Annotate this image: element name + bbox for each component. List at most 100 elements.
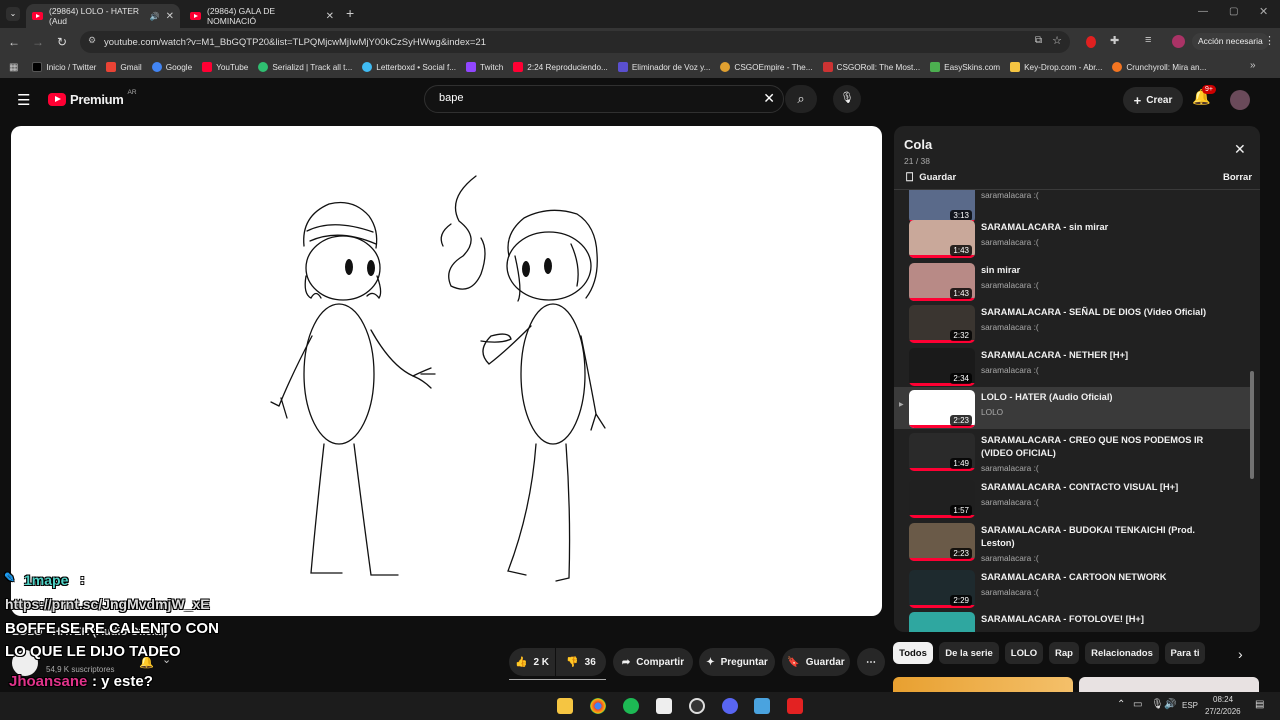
address-bar[interactable]: ⚙ youtube.com/watch?v=M1_BbGQTP20&list=T… [80, 31, 1070, 53]
apps-grid-icon[interactable]: ▦ [9, 62, 18, 73]
save-button[interactable]: 🔖 Guardar [782, 648, 850, 676]
clear-search-icon[interactable]: ✕ [763, 90, 775, 107]
bookmark-eliminador[interactable]: Eliminador de Voz y... [617, 62, 710, 72]
extensions-puzzle-icon[interactable]: ✚ [1110, 34, 1119, 47]
search-input[interactable]: bape ✕ [424, 85, 784, 113]
related-thumbnail[interactable] [1079, 677, 1259, 692]
queue-item-title: SARAMALACARA - CREO QUE NOS PODEMOS IR (… [981, 435, 1204, 458]
bookmark-youtube[interactable]: YouTube [202, 62, 248, 72]
youtube-logo[interactable]: Premium AR [48, 89, 137, 107]
site-info-icon[interactable]: ⚙ [88, 35, 96, 46]
tray-chevron-icon[interactable]: ⌃ [1117, 699, 1125, 710]
ask-button[interactable]: ✦ Preguntar [699, 648, 775, 676]
bookmark-letterboxd[interactable]: Letterboxd • Social f... [362, 62, 456, 72]
queue-item[interactable]: 2:29 SARAMALACARA - CARTOON NETWORK sarama… [894, 570, 1252, 612]
more-actions-button[interactable]: ⋯ [857, 648, 885, 676]
like-count: 2 K [533, 656, 549, 668]
forward-icon[interactable]: → [26, 35, 50, 49]
install-icon[interactable]: ⧉ [1035, 35, 1042, 46]
file-explorer-icon[interactable] [557, 698, 573, 714]
menu-dots-icon[interactable]: ⋮ [1264, 34, 1275, 47]
notifications-button[interactable]: 🔔 9+ [1192, 85, 1216, 106]
discord-icon[interactable] [722, 698, 738, 714]
chip-para-ti[interactable]: Para ti [1165, 642, 1205, 664]
bookmark-csgoroll[interactable]: CSGORoll: The Most... [822, 62, 920, 72]
search-button[interactable]: ⌕ [785, 85, 817, 113]
dislike-button[interactable]: 👎 36 [556, 648, 606, 676]
queue-item[interactable]: 2:32 SARAMALACARA - SEÑAL DE DIOS (Video … [894, 305, 1252, 347]
microphone-icon[interactable]: 🎙 [1151, 699, 1164, 710]
bookmark-star-icon[interactable]: ☆ [1052, 34, 1062, 47]
queue-item[interactable]: 1:43 sin mirar saramalacara :( [894, 263, 1252, 305]
close-window-button[interactable]: ✕ [1259, 5, 1268, 18]
voice-search-button[interactable]: 🎙 [833, 85, 861, 113]
maximize-button[interactable]: ▢ [1229, 6, 1238, 17]
queue-item[interactable]: 1:57 SARAMALACARA - CONTACTO VISUAL [H+] s… [894, 480, 1252, 522]
back-icon[interactable]: ← [2, 35, 26, 49]
notepad-icon[interactable] [656, 698, 672, 714]
close-tab-icon[interactable]: ✕ [326, 11, 334, 22]
thumbs-down-icon: 👎 [566, 656, 579, 668]
close-queue-icon[interactable]: ✕ [1234, 141, 1246, 158]
chevron-right-icon[interactable]: › [1238, 646, 1243, 662]
share-icon: ➦ [621, 656, 631, 668]
speaker-icon[interactable]: 🔊 [150, 12, 160, 21]
bookmark-easyskins[interactable]: EasySkins.com [930, 62, 1000, 72]
tab-lolo-hater[interactable]: (29864) LOLO - HATER (Aud 🔊 ✕ [26, 4, 180, 28]
chip-relacionados[interactable]: Relacionados [1085, 642, 1159, 664]
clock-time[interactable]: 08:24 [1213, 695, 1233, 704]
bookmark-gmail[interactable]: Gmail [106, 62, 142, 72]
queue-scrollbar[interactable] [1250, 371, 1254, 479]
queue-item[interactable]: 2:23 SARAMALACARA - BUDOKAI TENKAICHI (Pr… [894, 523, 1252, 565]
share-button[interactable]: ➦ Compartir [613, 648, 693, 676]
video-player[interactable] [11, 126, 882, 616]
reload-icon[interactable]: ↻ [50, 35, 74, 49]
bookmarks-overflow-icon[interactable]: » [1250, 60, 1256, 71]
spotify-icon[interactable] [623, 698, 639, 714]
bookmark-csgoempire[interactable]: CSGOEmpire - The... [720, 62, 813, 72]
chip-todos[interactable]: Todos [893, 642, 933, 664]
minimize-button[interactable]: — [1198, 6, 1208, 17]
profile-label[interactable]: Acción necesaria [1192, 33, 1269, 50]
bookmark-keydrop[interactable]: Key-Drop.com - Abr... [1010, 62, 1102, 72]
queue-item[interactable]: 1:43 SARAMALACARA - sin mirar saramalacara… [894, 220, 1252, 262]
volume-icon[interactable]: 🔊 [1164, 699, 1176, 710]
account-avatar[interactable] [1230, 90, 1250, 110]
clock-date[interactable]: 27/2/2026 [1205, 707, 1241, 716]
new-tab-button[interactable]: + [346, 5, 354, 21]
chip-lolo[interactable]: LOLO [1005, 642, 1043, 664]
hamburger-menu-icon[interactable]: ☰ [17, 91, 30, 109]
chip-rap[interactable]: Rap [1049, 642, 1079, 664]
close-tab-icon[interactable]: ✕ [166, 11, 174, 22]
bookmark-twitter[interactable]: Inicio / Twitter [32, 62, 96, 72]
obs-icon[interactable] [689, 698, 705, 714]
create-button[interactable]: + Crear [1123, 87, 1183, 113]
bookmark-twitch[interactable]: Twitch [466, 62, 503, 72]
queue-item[interactable]: SARAMALACARA - FOTOLOVE! [H+] [894, 612, 1252, 632]
bookmark-reproduciendo[interactable]: 2:24 Reproduciendo... [513, 62, 608, 72]
notification-center-icon[interactable]: ▤ [1255, 699, 1264, 710]
queue-item[interactable]: 2:34 SARAMALACARA - NETHER [H+] saramalaca… [894, 348, 1252, 390]
chrome-icon[interactable] [590, 698, 606, 714]
tab-list-icon[interactable]: ⌄ [6, 7, 20, 21]
queue-item[interactable]: 1:49 SARAMALACARA - CREO QUE NOS PODEMOS … [894, 433, 1252, 475]
app-window-icon[interactable] [754, 698, 770, 714]
bookmark-serializd[interactable]: Serializd | Track all t... [258, 62, 352, 72]
bookmark-google[interactable]: Google [151, 62, 192, 72]
queue-item[interactable]: ▶ 2:23 LOLO - HATER (Audio Oficial) LOLO [894, 387, 1252, 429]
bookmark-crunchyroll[interactable]: Crunchyroll: Mira an... [1112, 62, 1206, 72]
queue-duration: 2:32 [950, 330, 972, 341]
related-thumbnail[interactable] [893, 677, 1073, 692]
media-icon[interactable]: ≡ [1145, 34, 1151, 46]
chip-de-la-serie[interactable]: De la serie [939, 642, 999, 664]
language-indicator[interactable]: ESP [1182, 701, 1198, 710]
network-icon[interactable]: ▭ [1133, 699, 1142, 710]
like-button[interactable]: 👍 2 K [509, 648, 555, 676]
share-label: Compartir [636, 656, 685, 668]
profile-avatar[interactable] [1172, 35, 1185, 48]
extension-icon[interactable] [1086, 36, 1096, 48]
clear-queue-button[interactable]: Borrar [1223, 172, 1252, 183]
tab-gala[interactable]: (29864) GALA DE NOMINACIÓ ✕ [184, 4, 340, 28]
save-queue-button[interactable]: ⎕ Guardar [906, 170, 956, 185]
youtube-app-icon[interactable] [787, 698, 803, 714]
